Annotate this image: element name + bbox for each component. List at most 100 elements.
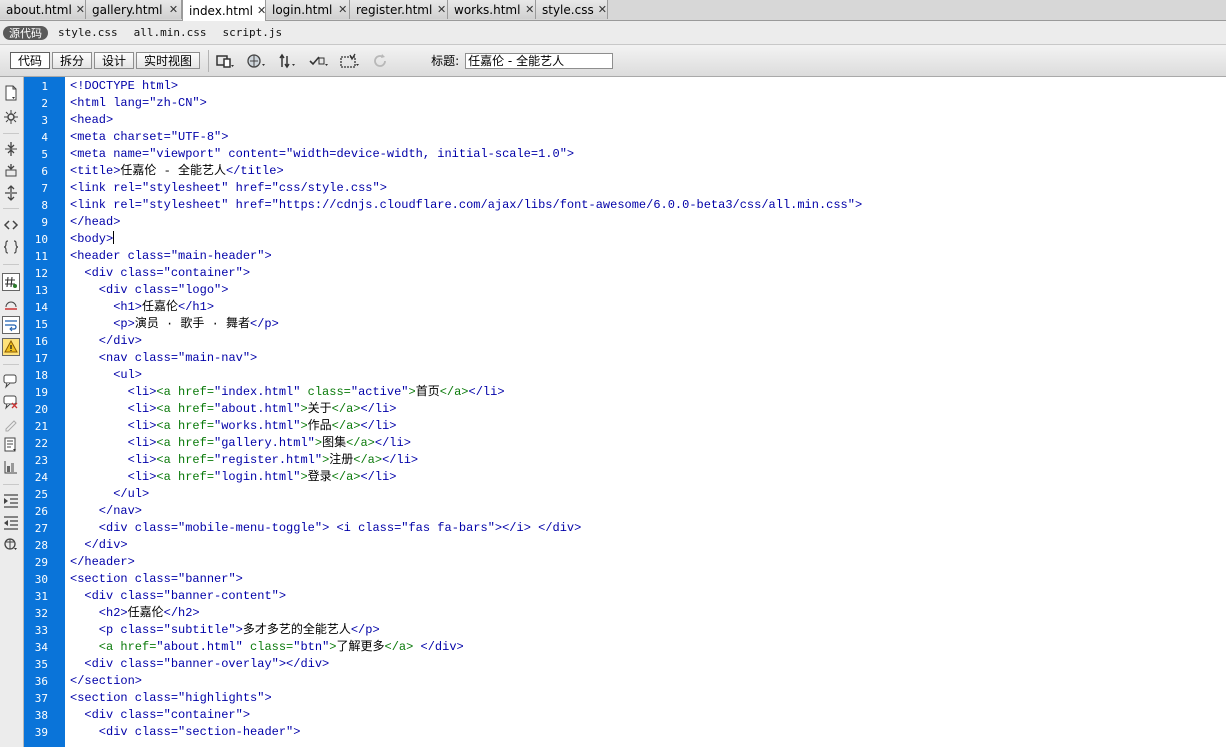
code-line[interactable]: <li><a href="gallery.html">图集</a></li>	[70, 435, 411, 452]
line-number[interactable]: 17	[8, 350, 48, 367]
code-line[interactable]: <title>任嘉伦 - 全能艺人</title>	[70, 163, 284, 180]
design-view-button[interactable]: 设计	[94, 52, 135, 69]
line-number[interactable]: 5	[8, 146, 48, 163]
line-number[interactable]: 3	[8, 112, 48, 129]
close-icon[interactable]: ✕	[76, 3, 85, 16]
line-number[interactable]: 18	[8, 367, 48, 384]
code-line[interactable]: <h2>任嘉伦</h2>	[70, 605, 200, 622]
code-line[interactable]: <nav class="main-nav">	[70, 350, 257, 367]
code-line[interactable]: </nav>	[70, 503, 142, 520]
code-line[interactable]: <p class="subtitle">多才多艺的全能艺人</p>	[70, 622, 380, 639]
code-line[interactable]: <section class="banner">	[70, 571, 243, 588]
code-line[interactable]: <div class="container">	[70, 265, 250, 282]
code-line[interactable]: </ul>	[70, 486, 149, 503]
line-number[interactable]: 8	[8, 197, 48, 214]
tab-works-html[interactable]: works.html ✕	[448, 0, 536, 19]
line-number[interactable]: 34	[8, 639, 48, 656]
line-number[interactable]: 28	[8, 537, 48, 554]
line-number[interactable]: 1	[8, 78, 48, 95]
code-line[interactable]: <link rel="stylesheet" href="https://cdn…	[70, 197, 862, 214]
line-number[interactable]: 11	[8, 248, 48, 265]
code-line[interactable]: </head>	[70, 214, 120, 231]
code-line[interactable]: <h1>任嘉伦</h1>	[70, 299, 214, 316]
code-line[interactable]: </div>	[70, 537, 127, 554]
code-line[interactable]: <li><a href="register.html">注册</a></li>	[70, 452, 419, 469]
code-line[interactable]: <div class="mobile-menu-toggle"> <i clas…	[70, 520, 582, 537]
code-line[interactable]: </section>	[70, 673, 142, 690]
close-icon[interactable]: ✕	[524, 3, 535, 16]
code-line[interactable]: <div class="logo">	[70, 282, 229, 299]
line-number[interactable]: 27	[8, 520, 48, 537]
line-number[interactable]: 32	[8, 605, 48, 622]
code-line[interactable]: <section class="highlights">	[70, 690, 272, 707]
line-number[interactable]: 37	[8, 690, 48, 707]
code-line[interactable]: </header>	[70, 554, 135, 571]
document-title-input[interactable]	[465, 52, 614, 69]
file-management-icon[interactable]	[277, 51, 299, 71]
multiscreen-icon[interactable]	[215, 51, 237, 71]
close-icon[interactable]: ✕	[336, 3, 349, 16]
line-number[interactable]: 36	[8, 673, 48, 690]
code-line[interactable]: <html lang="zh-CN">	[70, 95, 207, 112]
tab-gallery-html[interactable]: gallery.html ✕	[86, 0, 182, 19]
browser-preview-icon[interactable]	[246, 51, 268, 71]
split-view-button[interactable]: 拆分	[52, 52, 93, 69]
code-line[interactable]: </div>	[70, 333, 142, 350]
line-number[interactable]: 12	[8, 265, 48, 282]
code-line[interactable]: <li><a href="index.html" class="active">…	[70, 384, 505, 401]
code-view-button[interactable]: 代码	[10, 52, 51, 69]
line-number[interactable]: 15	[8, 316, 48, 333]
tab-style-css[interactable]: style.css ✕	[536, 0, 608, 19]
line-number[interactable]: 33	[8, 622, 48, 639]
refresh-icon[interactable]	[370, 51, 392, 71]
close-icon[interactable]: ✕	[257, 4, 266, 17]
tab-about-html[interactable]: about.html ✕	[0, 0, 86, 19]
code-line[interactable]: <div class="banner-overlay"></div>	[70, 656, 329, 673]
visual-aids-icon[interactable]	[339, 51, 361, 71]
related-file-script-js[interactable]: script.js	[222, 26, 282, 39]
code-line[interactable]: <div class="banner-content">	[70, 588, 286, 605]
code-line[interactable]: <a href="about.html" class="btn">了解更多</a…	[70, 639, 464, 656]
code-line[interactable]: <ul>	[70, 367, 142, 384]
line-number[interactable]: 16	[8, 333, 48, 350]
line-number[interactable]: 14	[8, 299, 48, 316]
related-file-style-css[interactable]: style.css	[58, 26, 118, 39]
code-line[interactable]: <header class="main-header">	[70, 248, 272, 265]
line-number[interactable]: 10	[8, 231, 48, 248]
line-number[interactable]: 23	[8, 452, 48, 469]
line-number[interactable]: 26	[8, 503, 48, 520]
code-line[interactable]: <p>演员 · 歌手 · 舞者</p>	[70, 316, 279, 333]
line-number[interactable]: 38	[8, 707, 48, 724]
code-editor[interactable]: <!DOCTYPE html> <html lang="zh-CN"> <head>…	[66, 77, 1226, 747]
code-line[interactable]: <div class="container">	[70, 707, 250, 724]
line-number[interactable]: 39	[8, 724, 48, 741]
line-number[interactable]: 6	[8, 163, 48, 180]
line-number[interactable]: 31	[8, 588, 48, 605]
tab-index-html[interactable]: index.html ✕	[182, 0, 266, 21]
code-line[interactable]: <li><a href="works.html">作品</a></li>	[70, 418, 397, 435]
line-number[interactable]: 30	[8, 571, 48, 588]
line-number[interactable]: 19	[8, 384, 48, 401]
code-line[interactable]: <!DOCTYPE html>	[70, 78, 178, 95]
live-view-button[interactable]: 实时视图	[136, 52, 201, 69]
line-number[interactable]: 35	[8, 656, 48, 673]
line-number[interactable]: 7	[8, 180, 48, 197]
code-line[interactable]: <body>	[70, 231, 115, 248]
code-line[interactable]: <div class="section-header">	[70, 724, 301, 741]
code-line[interactable]: <link rel="stylesheet" href="css/style.c…	[70, 180, 387, 197]
code-line[interactable]: <li><a href="login.html">登录</a></li>	[70, 469, 397, 486]
code-line[interactable]: <head>	[70, 112, 113, 129]
validation-icon[interactable]	[308, 51, 330, 71]
line-number[interactable]: 13	[8, 282, 48, 299]
source-code-button[interactable]: 源代码	[3, 25, 48, 40]
line-number[interactable]: 21	[8, 418, 48, 435]
line-number[interactable]: 20	[8, 401, 48, 418]
close-icon[interactable]: ✕	[598, 3, 607, 16]
line-number[interactable]: 22	[8, 435, 48, 452]
code-line[interactable]: <meta name="viewport" content="width=dev…	[70, 146, 574, 163]
tab-login-html[interactable]: login.html ✕	[266, 0, 350, 19]
line-number[interactable]: 24	[8, 469, 48, 486]
code-line[interactable]: <meta charset="UTF-8">	[70, 129, 228, 146]
line-number[interactable]: 25	[8, 486, 48, 503]
close-icon[interactable]: ✕	[167, 3, 181, 16]
